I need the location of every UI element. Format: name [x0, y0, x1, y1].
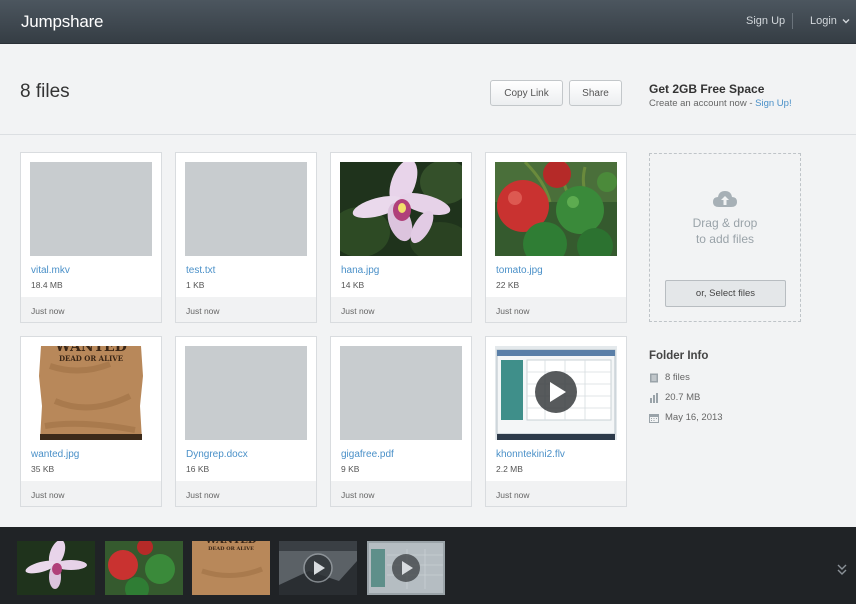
folder-info-count: 8 files [649, 372, 690, 383]
share-button[interactable]: Share [569, 80, 622, 106]
file-card-khonntekini2[interactable]: khonntekini2.flv 2.2 MB Just now [485, 336, 627, 507]
file-footer: Just now [486, 481, 626, 506]
chevron-down-icon[interactable] [841, 16, 851, 26]
strip-thumb-wanted[interactable]: WANTED DEAD OR ALIVE [192, 541, 270, 595]
select-files-button[interactable]: or, Select files [665, 280, 786, 307]
file-footer: Just now [331, 481, 471, 506]
drop-zone[interactable]: Drag & drop to add files or, Select file… [649, 153, 801, 322]
wanted-poster-thumbnail[interactable]: WANTED DEAD OR ALIVE [30, 346, 152, 440]
file-name[interactable]: hana.jpg [341, 265, 379, 276]
file-size: 35 KB [31, 464, 55, 474]
file-name[interactable]: Dyngrep.docx [186, 449, 248, 460]
strip-thumb-khonntekini2[interactable] [367, 541, 445, 595]
folder-total-size: 20.7 MB [665, 392, 701, 403]
file-footer: Just now [21, 297, 161, 322]
jumpshare-logo[interactable]: Jumpshare [21, 12, 103, 32]
file-card-tomato[interactable]: tomato.jpg 22 KB Just now [485, 152, 627, 323]
strip-poster-subtitle: DEAD OR ALIVE [208, 546, 254, 552]
poster-subtitle: DEAD OR ALIVE [58, 354, 124, 363]
flower-image-thumbnail[interactable] [340, 162, 462, 256]
file-name[interactable]: khonntekini2.flv [496, 449, 565, 460]
cloud-upload-icon [713, 191, 737, 207]
file-name[interactable]: test.txt [186, 265, 215, 276]
file-time: Just now [186, 306, 220, 316]
file-size: 16 KB [186, 464, 210, 474]
drop-line-1: Drag & drop [692, 216, 758, 230]
folder-file-count: 8 files [665, 372, 690, 383]
file-thumbnail-placeholder[interactable] [185, 162, 307, 256]
folder-info-size: 20.7 MB [649, 392, 700, 403]
file-thumbnail-placeholder[interactable] [340, 346, 462, 440]
strip-thumb-tomato[interactable] [105, 541, 183, 595]
folder-info-date: May 16, 2013 [649, 412, 723, 423]
file-thumbnail-placeholder[interactable] [30, 162, 152, 256]
bar-chart-icon [650, 392, 658, 403]
file-card-hana[interactable]: hana.jpg 14 KB Just now [330, 152, 472, 323]
file-card-gigafree[interactable]: gigafree.pdf 9 KB Just now [330, 336, 472, 507]
file-time: Just now [496, 306, 530, 316]
collapse-strip-icon[interactable] [836, 563, 848, 577]
header-divider [0, 134, 856, 135]
file-size: 2.2 MB [496, 464, 523, 474]
promo-subtitle-text: Create an account now - [649, 98, 756, 109]
copy-link-button[interactable]: Copy Link [490, 80, 563, 106]
file-card-test[interactable]: test.txt 1 KB Just now [175, 152, 317, 323]
file-footer: Just now [176, 297, 316, 322]
file-time: Just now [341, 306, 375, 316]
file-size: 14 KB [341, 280, 365, 290]
files-icon [650, 373, 658, 382]
nav-divider [792, 13, 793, 29]
file-card-vital[interactable]: vital.mkv 18.4 MB Just now [20, 152, 162, 323]
strip-thumb-hana[interactable] [17, 541, 95, 595]
file-footer: Just now [331, 297, 471, 322]
drop-instructions: Drag & drop to add files [650, 215, 800, 247]
file-size: 1 KB [186, 280, 205, 290]
file-size: 18.4 MB [31, 280, 63, 290]
file-size: 22 KB [496, 280, 520, 290]
promo-signup-link[interactable]: Sign Up! [755, 98, 791, 109]
promo-subtitle: Create an account now - Sign Up! [649, 98, 792, 109]
file-name[interactable]: gigafree.pdf [341, 449, 394, 460]
calendar-icon [649, 413, 659, 423]
login-link[interactable]: Login [810, 15, 837, 27]
file-time: Just now [341, 490, 375, 500]
page-title: 8 files [20, 81, 70, 102]
file-time: Just now [186, 490, 220, 500]
promo-title: Get 2GB Free Space [649, 82, 765, 96]
strip-thumb-vital[interactable] [279, 541, 357, 595]
video-thumbnail[interactable] [495, 346, 617, 440]
file-time: Just now [496, 490, 530, 500]
file-footer: Just now [486, 297, 626, 322]
file-size: 9 KB [341, 464, 360, 474]
file-thumbnail-placeholder[interactable] [185, 346, 307, 440]
tomato-image-thumbnail[interactable] [495, 162, 617, 256]
file-time: Just now [31, 490, 65, 500]
top-bar: Jumpshare Sign Up Login [0, 0, 856, 44]
folder-info-title: Folder Info [649, 350, 709, 362]
folder-date: May 16, 2013 [665, 412, 723, 423]
file-name[interactable]: tomato.jpg [496, 265, 543, 276]
signup-link[interactable]: Sign Up [746, 15, 785, 27]
file-name[interactable]: wanted.jpg [31, 449, 79, 460]
file-footer: Just now [176, 481, 316, 506]
file-time: Just now [31, 306, 65, 316]
file-name[interactable]: vital.mkv [31, 265, 70, 276]
file-card-wanted[interactable]: WANTED DEAD OR ALIVE wanted.jpg 35 KB Ju… [20, 336, 162, 507]
file-footer: Just now [21, 481, 161, 506]
file-card-dyngrep[interactable]: Dyngrep.docx 16 KB Just now [175, 336, 317, 507]
drop-line-2: to add files [695, 232, 755, 246]
